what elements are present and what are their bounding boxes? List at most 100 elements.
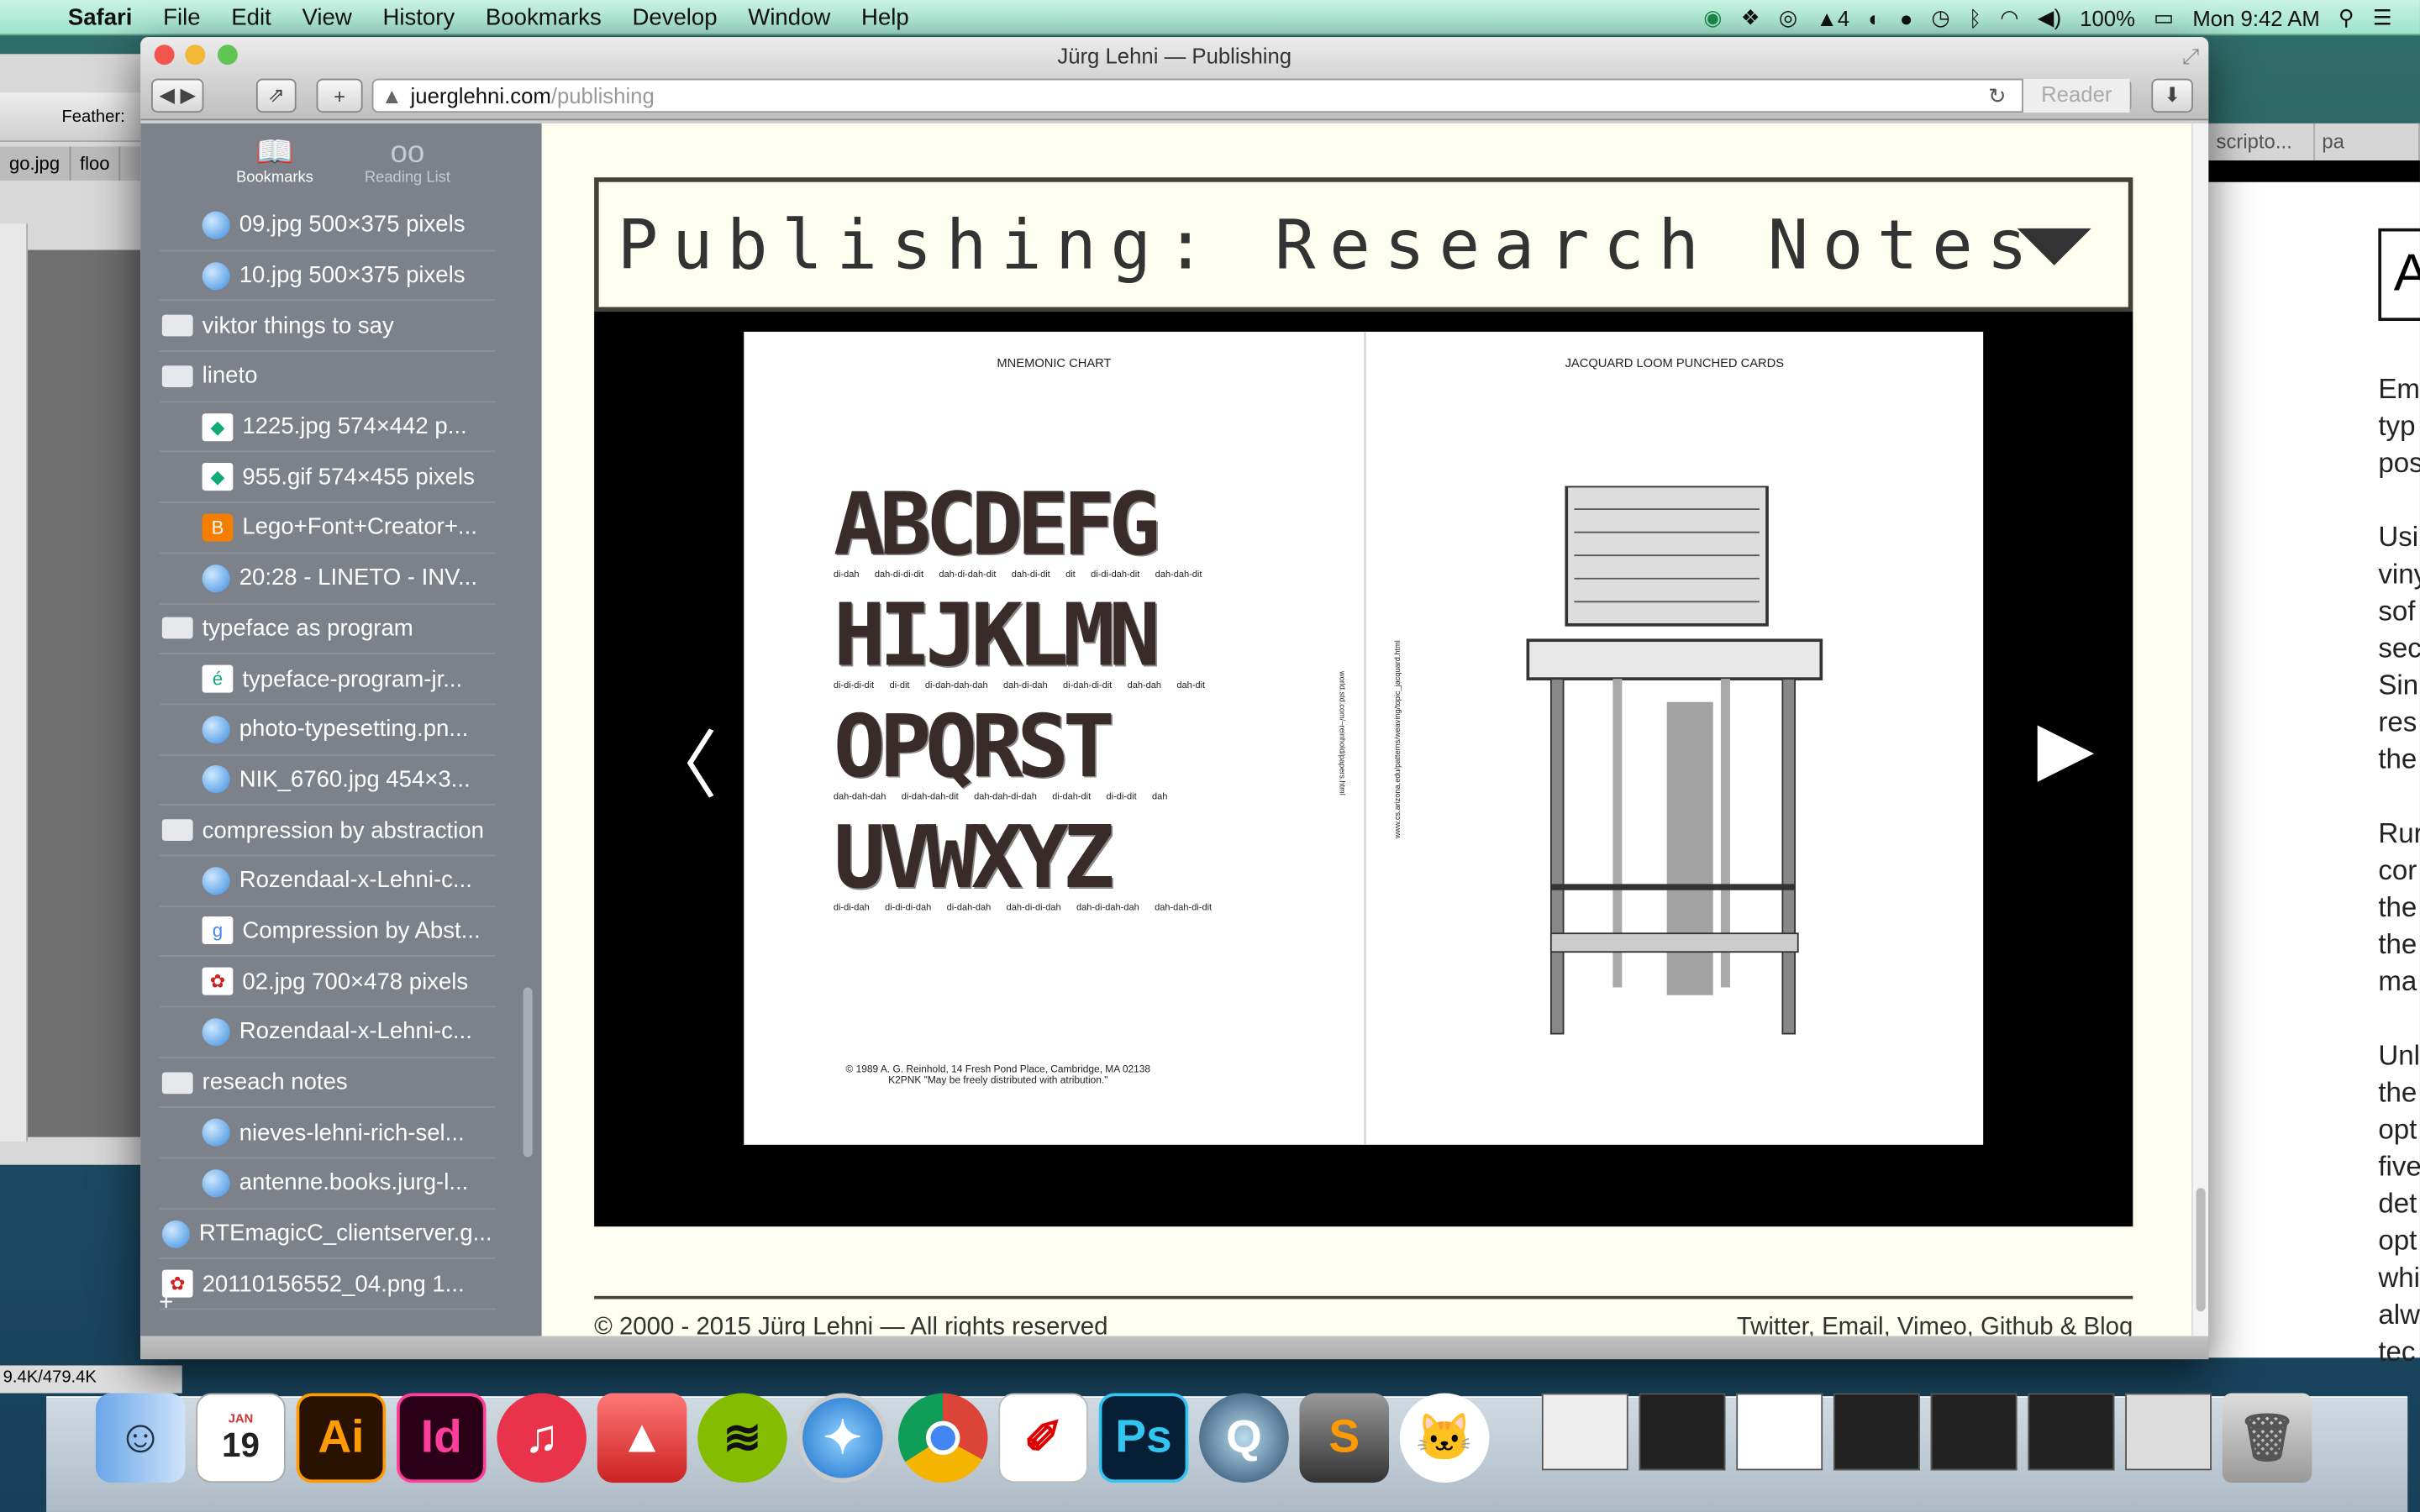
bookmark-item[interactable]: Rozendaal-x-Lehni-c...: [159, 1007, 496, 1058]
morse-code: di-di-dah-dit: [1091, 570, 1140, 580]
fullscreen-icon[interactable]: ⤢: [2182, 37, 2200, 74]
tab-reading-list[interactable]: oo Reading List: [354, 136, 462, 201]
add-bookmark-button[interactable]: +: [316, 78, 363, 113]
dropdown-triangle-icon[interactable]: [2017, 228, 2091, 265]
tab[interactable]: scripto...: [2208, 123, 2315, 161]
bookmark-item[interactable]: compression by abstraction: [159, 806, 496, 857]
autocad-icon: ▲: [618, 1411, 666, 1463]
share-button[interactable]: ⇗: [255, 78, 297, 113]
bookmark-item[interactable]: g Compression by Abst...: [159, 906, 496, 958]
doc-tab[interactable]: floo: [71, 146, 121, 181]
volume-icon[interactable]: ◀): [2038, 5, 2061, 31]
bookmark-item[interactable]: NIK_6760.jpg 454×3...: [159, 755, 496, 806]
close-button[interactable]: [154, 45, 175, 66]
bookmark-item[interactable]: é typeface-program-jr...: [159, 654, 496, 706]
spotlight-icon[interactable]: ⚲: [2338, 5, 2354, 31]
wifi-icon[interactable]: ◠: [2000, 5, 2018, 31]
bookmark-item[interactable]: photo-typesetting.pn...: [159, 705, 496, 756]
battery-percent[interactable]: 100%: [2080, 5, 2135, 29]
dock-itunes[interactable]: ♫: [497, 1393, 587, 1483]
downloads-button[interactable]: ⬇: [2151, 78, 2193, 113]
reader-button[interactable]: Reader: [2022, 78, 2130, 113]
back-icon[interactable]: ◀: [160, 83, 175, 108]
menu-develop[interactable]: Develop: [617, 4, 733, 30]
reload-icon[interactable]: ↻: [1988, 81, 2007, 112]
menu-bookmarks[interactable]: Bookmarks: [471, 4, 618, 30]
image-slideshow: MNEMONIC CHART ABCDEFG di-dah dah-di-di-di…: [594, 312, 2133, 1227]
creative-cloud-icon[interactable]: ◎: [1779, 5, 1797, 31]
time-machine-icon[interactable]: ◷: [1931, 5, 1949, 31]
notification-center-icon[interactable]: ☰: [2373, 5, 2392, 31]
dock-safari[interactable]: ✦: [797, 1393, 888, 1483]
dock-finder[interactable]: ☺: [95, 1393, 186, 1483]
bookmark-item[interactable]: ◆ 1225.jpg 574×442 p...: [159, 402, 496, 453]
previous-slide-arrow-icon[interactable]: 〈: [644, 705, 718, 813]
bookmark-item[interactable]: 09.jpg 500×375 pixels: [159, 201, 496, 251]
forward-icon[interactable]: ▶: [181, 83, 196, 108]
doc-tab[interactable]: go.jpg: [0, 146, 71, 181]
menu-file[interactable]: File: [148, 4, 216, 30]
minimized-window[interactable]: [1930, 1393, 2018, 1471]
clock[interactable]: Mon 9:42 AM: [2192, 5, 2320, 29]
minimized-window[interactable]: [2028, 1393, 2115, 1471]
bookmark-item[interactable]: typeface as program: [159, 604, 496, 655]
dock-autocad[interactable]: ▲: [597, 1393, 687, 1483]
footer-links[interactable]: Twitter, Email, Vimeo, Github & Blog: [1737, 1315, 2133, 1336]
bookmark-label: Rozendaal-x-Lehni-c...: [239, 1018, 472, 1046]
minimized-window[interactable]: [2125, 1393, 2212, 1471]
adobe-updates-icon[interactable]: ▲4: [1816, 5, 1849, 29]
menu-app-name[interactable]: Safari: [52, 4, 147, 30]
bookmark-item[interactable]: 10.jpg 500×375 pixels: [159, 251, 496, 302]
dock-acrobat[interactable]: ✐: [998, 1393, 1088, 1483]
dropbox-icon[interactable]: ❖: [1741, 5, 1760, 31]
page-scrollbar[interactable]: [2191, 123, 2209, 1336]
bookmark-item[interactable]: ◆ 955.gif 574×455 pixels: [159, 453, 496, 503]
scroll-thumb[interactable]: [2196, 1188, 2206, 1312]
app-status-icon-3[interactable]: ●: [1900, 5, 1913, 29]
minimize-button[interactable]: [185, 45, 206, 66]
bookmark-item[interactable]: lineto: [159, 352, 496, 402]
sidebar-scrollbar[interactable]: [523, 987, 533, 1158]
dock-spotify[interactable]: ≋: [697, 1393, 787, 1483]
dock-trash[interactable]: 🗑: [2222, 1393, 2312, 1483]
next-slide-arrow-icon[interactable]: ▶: [2037, 705, 2094, 791]
tab-bookmarks[interactable]: 📖 Bookmarks: [221, 136, 329, 201]
app-status-icon-2[interactable]: ◐: [1868, 5, 1881, 29]
dock-github[interactable]: 🐱: [1399, 1393, 1490, 1483]
minimized-window[interactable]: [1833, 1393, 1920, 1471]
bookmark-item[interactable]: Rozendaal-x-Lehni-c...: [159, 856, 496, 907]
bookmark-item[interactable]: ✿ 02.jpg 700×478 pixels: [159, 957, 496, 1008]
dock-calendar[interactable]: JAN 19: [196, 1393, 286, 1483]
tab[interactable]: pa: [2314, 123, 2420, 161]
menu-edit[interactable]: Edit: [216, 4, 287, 30]
page-heading: Publishing: Research Notes: [594, 177, 2133, 312]
minimized-window[interactable]: [1736, 1393, 1823, 1471]
menu-view[interactable]: View: [287, 4, 367, 30]
bookmark-item[interactable]: B Lego+Font+Creator+...: [159, 503, 496, 554]
bookmark-item[interactable]: nieves-lehni-rich-sel...: [159, 1108, 496, 1159]
address-bar[interactable]: ▲ juerglehni.com/publishing ↻ Reader: [371, 78, 2132, 113]
bookmark-item[interactable]: antenne.books.jurg-l...: [159, 1158, 496, 1210]
bookmark-item[interactable]: 20:28 - LINETO - INV...: [159, 554, 496, 605]
bluetooth-icon[interactable]: ᛒ: [1969, 5, 1981, 29]
menu-history[interactable]: History: [367, 4, 470, 30]
dock-quicktime[interactable]: Q: [1199, 1393, 1289, 1483]
dock-chrome[interactable]: [897, 1393, 988, 1483]
bookmark-item[interactable]: viktor things to say: [159, 302, 496, 352]
dock-illustrator[interactable]: Ai: [296, 1393, 387, 1483]
bookmark-item[interactable]: ✿ 20110156552_04.png 1...: [159, 1260, 496, 1310]
minimized-window[interactable]: [1639, 1393, 1726, 1471]
minimized-window[interactable]: [1541, 1393, 1628, 1471]
app-status-icon[interactable]: ◉: [1703, 5, 1722, 31]
add-bookmark-folder-button[interactable]: +: [159, 1289, 173, 1317]
bookmark-item[interactable]: reseach notes: [159, 1058, 496, 1109]
dock-sublime[interactable]: S: [1299, 1393, 1390, 1483]
menu-window[interactable]: Window: [733, 4, 846, 30]
zoom-button[interactable]: [217, 45, 238, 66]
dock-indesign[interactable]: Id: [397, 1393, 487, 1483]
bookmark-item[interactable]: RTEmagicC_clientserver.g...: [159, 1210, 496, 1260]
back-forward-buttons[interactable]: ◀ ▶: [150, 78, 204, 113]
menu-help[interactable]: Help: [846, 4, 924, 30]
text-line: sof: [2378, 595, 2416, 627]
dock-photoshop[interactable]: Ps: [1098, 1393, 1189, 1483]
